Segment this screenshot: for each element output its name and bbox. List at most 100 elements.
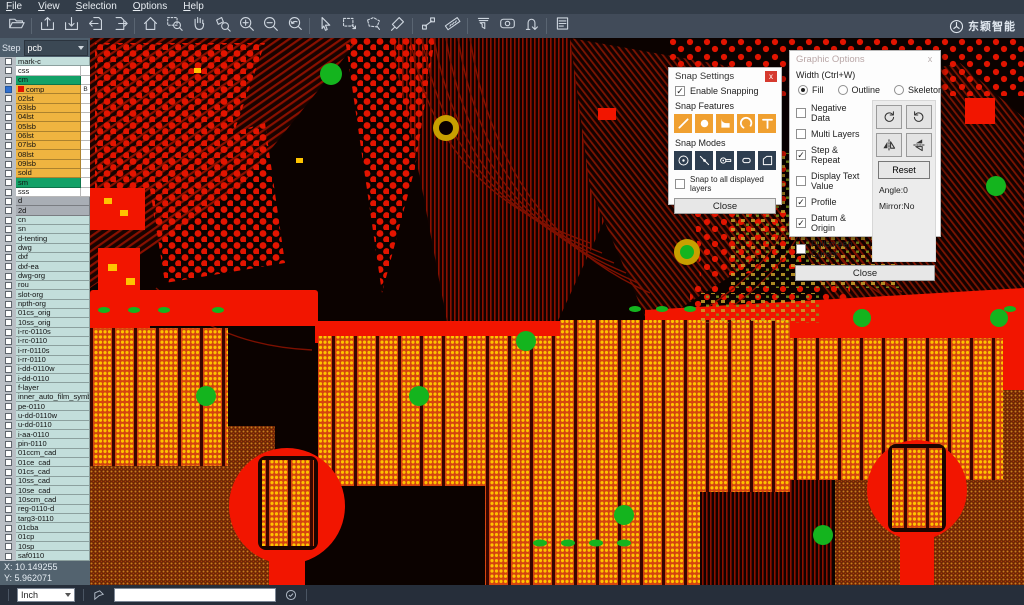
menu-view[interactable]: View <box>38 0 60 14</box>
snap-arc-button[interactable] <box>737 114 755 133</box>
layer-name[interactable]: slot-org <box>16 290 90 299</box>
layer-visibility-checkbox[interactable] <box>5 413 12 420</box>
layer-visibility-checkbox[interactable] <box>5 254 12 261</box>
zoom-area-button[interactable] <box>162 15 186 37</box>
layer-row-slot-org[interactable]: slot-org <box>0 290 90 299</box>
layer-visibility-checkbox[interactable] <box>5 515 12 522</box>
open-folder-button[interactable] <box>4 15 28 37</box>
layer-visibility-checkbox[interactable] <box>5 366 12 373</box>
layer-visibility-checkbox[interactable] <box>5 226 12 233</box>
layer-visibility-checkbox[interactable] <box>5 357 12 364</box>
layer-visibility-checkbox[interactable] <box>5 375 12 382</box>
layer-row-05lsb[interactable]: 05lsb <box>0 122 90 131</box>
layer-row-dwg-org[interactable]: dwg-org <box>0 272 90 281</box>
layer-visibility-checkbox[interactable] <box>5 179 12 186</box>
layer-visibility-checkbox[interactable] <box>5 95 12 102</box>
snap-text-button[interactable] <box>758 114 776 133</box>
snap-all-layers-checkbox[interactable]: Snap to all displayed layers <box>669 172 781 195</box>
layer-visibility-checkbox[interactable] <box>5 133 12 140</box>
option-profile[interactable]: ✓Profile <box>790 194 872 210</box>
layer-row-tail[interactable]: B <box>81 85 90 94</box>
layer-visibility-checkbox[interactable] <box>5 543 12 550</box>
option-display-text-value[interactable]: Display Text Value <box>790 168 872 194</box>
zoom-out-button[interactable] <box>258 15 282 37</box>
layer-name[interactable]: sn <box>16 225 90 234</box>
layer-name[interactable]: 10ss_orig <box>16 318 90 327</box>
layer-row-d[interactable]: d <box>0 197 90 206</box>
layer-visibility-checkbox[interactable] <box>5 394 12 401</box>
layer-visibility-checkbox[interactable] <box>5 487 12 494</box>
layer-visibility-checkbox[interactable] <box>5 142 12 149</box>
layer-visibility-checkbox[interactable] <box>5 385 12 392</box>
layer-visibility-checkbox[interactable] <box>5 77 12 84</box>
graphic-close-button[interactable]: Close <box>795 265 935 281</box>
layer-visibility-checkbox[interactable] <box>5 67 12 74</box>
layer-row-01cs_orig[interactable]: 01cs_orig <box>0 309 90 318</box>
layer-row-d-tenting[interactable]: d-tenting <box>0 234 90 243</box>
layer-name[interactable]: 09lsb <box>16 160 81 169</box>
snap-close-button[interactable]: Close <box>674 198 776 214</box>
layer-row-comp[interactable]: compB <box>0 85 90 94</box>
layer-visibility-checkbox[interactable] <box>5 161 12 168</box>
snap-line-button[interactable] <box>674 114 692 133</box>
layer-name[interactable]: pin-0110 <box>16 439 90 448</box>
layer-name[interactable]: i-aa-0110 <box>16 430 90 439</box>
layer-visibility-checkbox[interactable] <box>5 151 12 158</box>
layer-row-i-rr-0110s[interactable]: i-rr-0110s <box>0 346 90 355</box>
layer-name[interactable]: comp <box>16 85 81 94</box>
option-step-repeat[interactable]: ✓Step & Repeat <box>790 142 872 168</box>
layer-row-2d[interactable]: 2d <box>0 206 90 215</box>
layer-row-sold[interactable]: sold <box>0 169 90 178</box>
layer-name[interactable]: sm <box>16 178 81 187</box>
layer-name[interactable]: 01cba <box>16 523 90 532</box>
layer-name[interactable]: 01ccm_cad <box>16 449 90 458</box>
close-icon[interactable]: x <box>924 54 936 65</box>
snap-settings-titlebar[interactable]: Snap Settings x <box>669 68 781 84</box>
layer-name[interactable]: i-dd-0110w <box>16 365 90 374</box>
layer-name[interactable]: 01cs_cad <box>16 467 90 476</box>
option-fullscreen-cursor[interactable]: Fullscreen Cursor <box>790 236 872 262</box>
snap-corner-button[interactable] <box>716 114 734 133</box>
polygon-tool-icon[interactable] <box>92 588 106 602</box>
layer-name[interactable]: cn <box>16 216 90 225</box>
layer-name[interactable]: 10sp <box>16 542 90 551</box>
layer-visibility-checkbox[interactable] <box>5 198 12 205</box>
layer-name[interactable]: d-tenting <box>16 234 90 243</box>
snap-circle-button[interactable] <box>695 114 713 133</box>
option-datum-origin[interactable]: ✓Datum & Origin <box>790 210 872 236</box>
layer-row-10se_cad[interactable]: 10se_cad <box>0 486 90 495</box>
layer-row-i-dd-0110[interactable]: i-dd-0110 <box>0 374 90 383</box>
import-page-button[interactable] <box>83 15 107 37</box>
save-down-button[interactable] <box>59 15 83 37</box>
rect-select-button[interactable] <box>337 15 361 37</box>
layer-row-css[interactable]: css <box>0 66 90 75</box>
select-cursor-button[interactable] <box>313 15 337 37</box>
radio-outline[interactable]: Outline <box>838 85 881 95</box>
pan-hand-button[interactable] <box>186 15 210 37</box>
mirror-h-button[interactable] <box>876 133 902 157</box>
layer-row-dxf-ea[interactable]: dxf-ea <box>0 262 90 271</box>
layer-visibility-checkbox[interactable] <box>5 170 12 177</box>
layer-name[interactable]: 02lst <box>16 94 81 103</box>
layer-visibility-checkbox[interactable] <box>5 189 12 196</box>
menu-file[interactable]: File <box>6 0 22 14</box>
layer-visibility-checkbox[interactable] <box>5 245 12 252</box>
layer-row-cm[interactable]: cm <box>0 76 90 85</box>
layer-name[interactable]: dxf-ea <box>16 262 90 271</box>
layer-visibility-checkbox[interactable] <box>5 282 12 289</box>
layer-row-sss[interactable]: sss <box>0 188 90 197</box>
layer-row-i-rr-0110[interactable]: i-rr-0110 <box>0 356 90 365</box>
layer-row-08lst[interactable]: 08lst <box>0 150 90 159</box>
layer-name[interactable]: 05lsb <box>16 122 81 131</box>
radio-fill[interactable]: Fill <box>798 85 824 95</box>
layer-visibility-checkbox[interactable] <box>5 301 12 308</box>
loop-coil-button[interactable] <box>519 15 543 37</box>
layer-row-u-dd-0110[interactable]: u-dd-0110 <box>0 421 90 430</box>
layer-visibility-checkbox[interactable] <box>5 422 12 429</box>
menu-options[interactable]: Options <box>133 0 167 14</box>
layer-row-10ss_orig[interactable]: 10ss_orig <box>0 318 90 327</box>
layer-name[interactable]: 03lsb <box>16 104 81 113</box>
option-negative-data[interactable]: Negative Data <box>790 100 872 126</box>
layer-row-targ3-0110[interactable]: targ3-0110 <box>0 514 90 523</box>
menu-selection[interactable]: Selection <box>76 0 117 14</box>
